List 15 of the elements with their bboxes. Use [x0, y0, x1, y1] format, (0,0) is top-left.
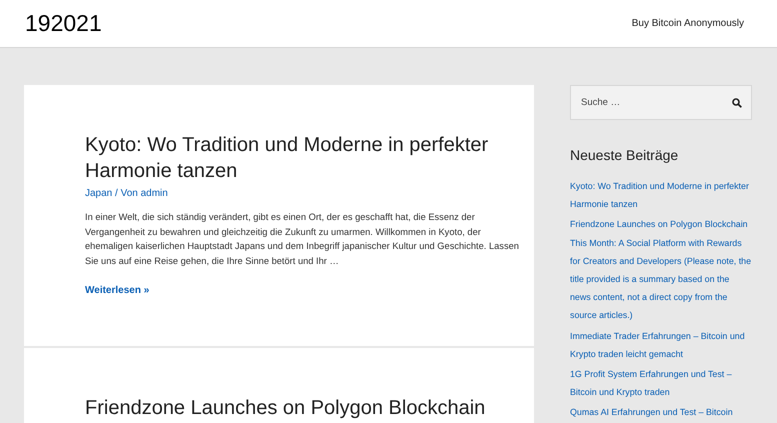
- search-field[interactable]: Suche …: [570, 85, 752, 120]
- recent-post-link[interactable]: 1G Profit System Erfahrungen und Test – Bitcoin und Krypto traden: [570, 365, 752, 402]
- post-excerpt: In einer Welt, die sich ständig verändert, gibt es einen Ort, der es geschafft hat, die Essenz der Vergangenheit zu bewahren und gleichzeitig die Zukunft zu umarmen. Willkommen in Kyoto, der ehemaligen kaiserlichen Hauptstadt Japans und dem Inbegriff japanischer Kultur und Geschichte. Lassen Sie uns auf eine Reise gehen, die Ihre Sinne betört und Ihr …: [85, 211, 520, 268]
- nav-link[interactable]: Buy Bitcoin Anonymously: [632, 18, 744, 29]
- site-title[interactable]: 192021: [25, 10, 102, 37]
- search-icon[interactable]: [732, 98, 742, 108]
- recent-post-link[interactable]: Kyoto: Wo Tradition und Moderne in perfekter Harmonie tanzen: [570, 177, 752, 214]
- read-more-link[interactable]: Weiterlesen »: [85, 285, 150, 296]
- post-meta[interactable]: Japan / Von admin: [85, 188, 520, 199]
- recent-post-link[interactable]: Qumas AI Erfahrungen und Test – Bitcoin: [570, 403, 752, 422]
- recent-post-link[interactable]: Friendzone Launches on Polygon Blockchain This Month: A Social Platform with Rewards for Creators and Developers (Please note, the title provided is a summary based on the news content, not a direct copy from the source articles.): [570, 215, 752, 325]
- recent-post-link[interactable]: Immediate Trader Erfahrungen – Bitcoin und Krypto traden leicht gemacht: [570, 326, 752, 364]
- post-title[interactable]: Friendzone Launches on Polygon Blockchain: [85, 395, 520, 421]
- widget-heading: Neueste Beiträge: [570, 147, 680, 163]
- post-title[interactable]: Kyoto: Wo Tradition und Moderne in perfekter Harmonie tanzen: [85, 132, 520, 184]
